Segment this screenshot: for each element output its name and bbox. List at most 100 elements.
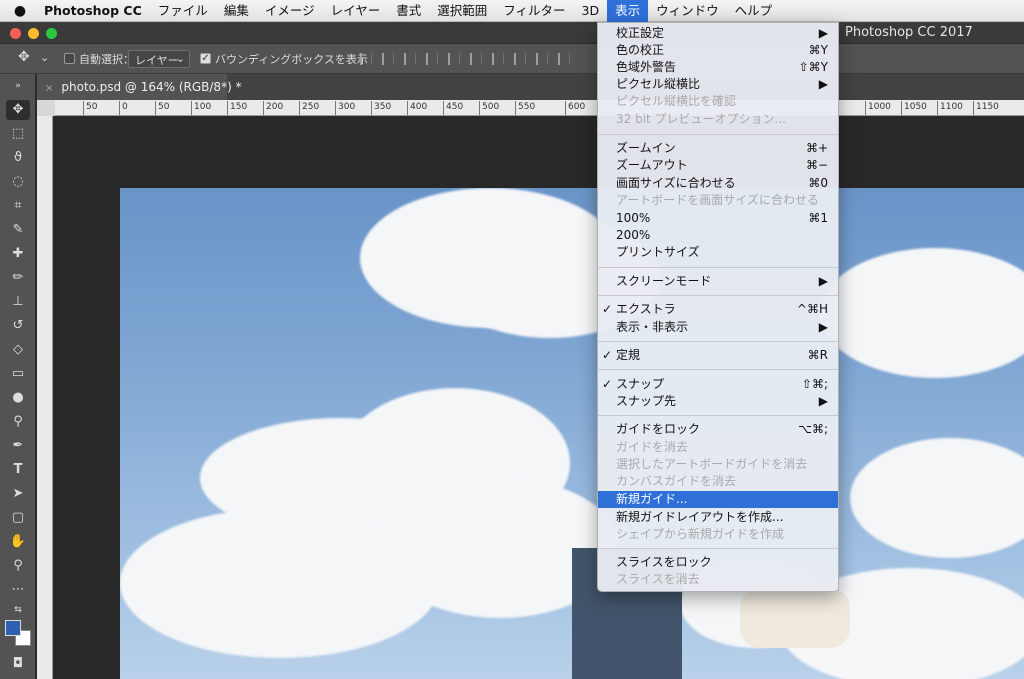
menu-app[interactable]: Photoshop CC (40, 0, 150, 22)
close-tab-icon[interactable]: × (45, 83, 53, 94)
menu-item-zoom-200[interactable]: 200% (598, 227, 838, 244)
tool-preset-chevron-icon[interactable]: ⌄ (40, 51, 49, 64)
menu-item-lock-guides[interactable]: ガイドをロック ⌥⌘; (598, 421, 838, 438)
align-bottom-icon[interactable] (404, 53, 416, 65)
close-window-button[interactable] (10, 28, 21, 39)
menu-item-label: 新規ガイドレイアウトを作成... (616, 510, 784, 524)
menu-item-extras[interactable]: ✓ エクストラ ^⌘H (598, 301, 838, 318)
eyedropper-tool-icon[interactable]: ✎ (6, 220, 30, 240)
align-hcenter-icon[interactable] (448, 53, 460, 65)
align-top-icon[interactable] (360, 53, 372, 65)
apple-icon[interactable]: ● (0, 3, 40, 19)
menu-view[interactable]: 表示 (607, 0, 649, 22)
menu-item-pixel-aspect[interactable]: ピクセル縦横比 ▶ (598, 76, 838, 93)
brush-tool-icon[interactable]: ✏ (6, 268, 30, 288)
menu-item-new-guide-layout[interactable]: 新規ガイドレイアウトを作成... (598, 509, 838, 526)
dodge-tool-icon[interactable]: ⚲ (6, 412, 30, 432)
menu-file[interactable]: ファイル (150, 0, 216, 22)
pen-tool-icon[interactable]: ✒ (6, 436, 30, 456)
ruler-tick: 400 (407, 101, 427, 115)
panel-collapse-icon[interactable]: » (6, 76, 30, 96)
hand-tool-icon[interactable]: ✋ (6, 532, 30, 552)
menu-item-fit-screen[interactable]: 画面サイズに合わせる ⌘0 (598, 175, 838, 192)
menu-image[interactable]: イメージ (257, 0, 323, 22)
menu-item-label: スライスを消去 (616, 572, 700, 586)
eraser-tool-icon[interactable]: ◇ (6, 340, 30, 360)
menu-help[interactable]: ヘルプ (727, 0, 781, 22)
menu-item-proof-colors[interactable]: 色の校正 ⌘Y (598, 42, 838, 59)
bounding-box-checkbox[interactable]: ✓ (200, 53, 211, 64)
type-tool-icon[interactable]: T (6, 460, 30, 480)
menu-shortcut: ⌥⌘; (798, 422, 828, 436)
align-vcenter-icon[interactable] (382, 53, 394, 65)
ruler-tick: 50 (155, 101, 169, 115)
menu-item-snap[interactable]: ✓ スナップ ⇧⌘; (598, 376, 838, 393)
gradient-tool-icon[interactable]: ▭ (6, 364, 30, 384)
zoom-window-button[interactable] (46, 28, 57, 39)
align-right-icon[interactable] (470, 53, 482, 65)
menu-item-screen-mode[interactable]: スクリーンモード ▶ (598, 273, 838, 290)
menu-item-label: カンバスガイドを消去 (616, 474, 737, 488)
menu-filter[interactable]: フィルター (495, 0, 573, 22)
distribute-top-icon[interactable] (492, 53, 504, 65)
menu-3d[interactable]: 3D (574, 0, 608, 22)
menu-item-proof-setup[interactable]: 校正設定 ▶ (598, 25, 838, 42)
menu-item-print-size[interactable]: プリントサイズ (598, 244, 838, 261)
menu-layer[interactable]: レイヤー (323, 0, 389, 22)
lasso-tool-icon[interactable]: ϑ (6, 148, 30, 168)
more-tools-icon[interactable]: ⋯ (6, 580, 30, 600)
menu-item-gamut-warning[interactable]: 色域外警告 ⇧⌘Y (598, 59, 838, 76)
marquee-tool-icon[interactable]: ⬚ (6, 124, 30, 144)
move-tool-icon[interactable]: ✥ (6, 100, 30, 120)
quick-mask-icon[interactable]: ◘ (6, 654, 30, 674)
menu-type[interactable]: 書式 (388, 0, 429, 22)
document-tab-bar: × photo.psd @ 164% (RGB/8*) * (37, 74, 1024, 100)
move-tool-icon[interactable]: ✥ (18, 49, 30, 65)
ruler-origin[interactable] (37, 100, 55, 116)
menu-select[interactable]: 選択範囲 (429, 0, 495, 22)
photo-canvas[interactable] (120, 188, 1024, 679)
menu-item-snap-to[interactable]: スナップ先 ▶ (598, 393, 838, 410)
menu-shortcut: ⌘1 (808, 211, 828, 225)
align-left-icon[interactable] (426, 53, 438, 65)
view-menu-dropdown: 校正設定 ▶ 色の校正 ⌘Y 色域外警告 ⇧⌘Y ピクセル縦横比 ▶ ピクセル縦横比を確… (597, 22, 839, 592)
swap-colors-icon[interactable]: ⇆ (6, 600, 30, 620)
menu-item-zoom-in[interactable]: ズームイン ⌘+ (598, 140, 838, 157)
menu-item-label: 定規 (616, 348, 641, 362)
menu-item-new-guide[interactable]: 新規ガイド... (598, 491, 838, 508)
menu-item-label: アートボードを画面サイズに合わせる (616, 193, 819, 207)
distribute-vcenter-icon[interactable] (514, 53, 526, 65)
menu-window[interactable]: ウィンドウ (648, 0, 727, 22)
quick-select-tool-icon[interactable]: ◌ (6, 172, 30, 192)
menu-edit[interactable]: 編集 (216, 0, 257, 22)
auto-select-checkbox[interactable] (64, 53, 75, 64)
document-tab[interactable]: × photo.psd @ 164% (RGB/8*) * (37, 74, 242, 100)
auto-select-dropdown[interactable]: レイヤー ⌄ (128, 50, 190, 68)
menu-item-show[interactable]: 表示・非表示 ▶ (598, 319, 838, 336)
ruler-tick: 1000 (865, 101, 891, 115)
shape-tool-icon[interactable]: ▢ (6, 508, 30, 528)
distribute-bottom-icon[interactable] (536, 53, 548, 65)
menu-item-rulers[interactable]: ✓ 定規 ⌘R (598, 347, 838, 364)
foreground-color-swatch[interactable] (5, 620, 21, 636)
crop-tool-icon[interactable]: ⌗ (6, 196, 30, 216)
ruler-tick: 350 (371, 101, 391, 115)
vertical-ruler[interactable] (37, 116, 53, 679)
path-select-tool-icon[interactable]: ➤ (6, 484, 30, 504)
menu-item-zoom-out[interactable]: ズームアウト ⌘− (598, 157, 838, 174)
stamp-tool-icon[interactable]: ⊥ (6, 292, 30, 312)
menu-item-label: スナップ先 (616, 394, 677, 408)
horizontal-ruler[interactable]: 50 0 50 100 150 200 250 300 350 400 450 … (55, 100, 1024, 116)
menu-item-zoom-100[interactable]: 100% ⌘1 (598, 210, 838, 227)
blur-tool-icon[interactable]: ● (6, 388, 30, 408)
menu-item-lock-slices[interactable]: スライスをロック (598, 554, 838, 571)
menu-item-label: 色の校正 (616, 43, 665, 57)
menu-shortcut: ^⌘H (796, 302, 828, 316)
minimize-window-button[interactable] (28, 28, 39, 39)
history-brush-tool-icon[interactable]: ↺ (6, 316, 30, 336)
zoom-tool-icon[interactable]: ⚲ (6, 556, 30, 576)
menu-item-label: プリントサイズ (616, 245, 700, 259)
healing-brush-tool-icon[interactable]: ✚ (6, 244, 30, 264)
submenu-arrow-icon: ▶ (818, 394, 828, 408)
distribute-left-icon[interactable] (558, 53, 570, 65)
